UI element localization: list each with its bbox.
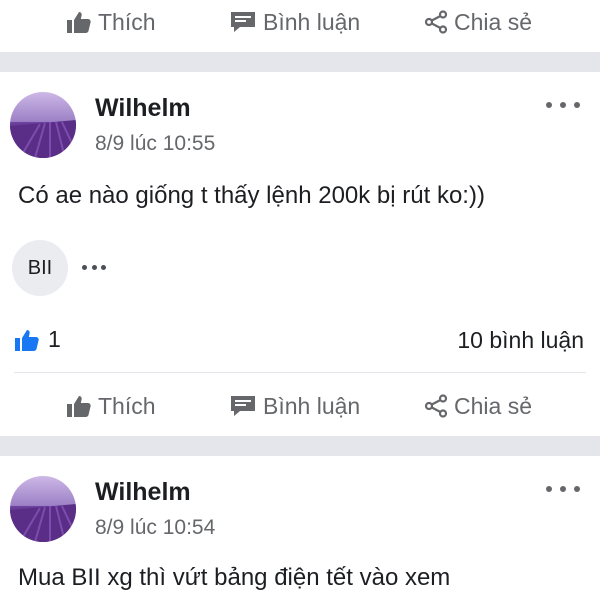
reaction-summary[interactable]: 1 <box>14 326 61 353</box>
stock-tag-chip[interactable]: BII <box>12 240 68 296</box>
like-label: Thích <box>98 8 156 35</box>
divider <box>14 372 586 373</box>
more-options-button[interactable] <box>546 479 580 499</box>
comment-icon <box>231 12 255 32</box>
comment-icon <box>231 396 255 416</box>
like-badge-icon <box>15 329 39 351</box>
comment-count[interactable]: 10 bình luận <box>457 327 584 354</box>
more-options-button[interactable] <box>546 95 580 115</box>
like-label: Thích <box>98 392 156 419</box>
post-timestamp[interactable]: 8/9 lúc 10:54 <box>95 516 215 540</box>
like-count: 1 <box>48 326 61 352</box>
author-avatar[interactable] <box>10 92 76 158</box>
like-button[interactable]: Thích <box>66 0 156 44</box>
feed-separator <box>0 52 600 72</box>
previous-post-action-bar: Thích Bình luận Chia sẻ <box>0 0 600 44</box>
comment-label: Bình luận <box>263 392 361 419</box>
comment-button[interactable]: Bình luận <box>229 0 360 44</box>
thumbs-up-icon <box>67 396 91 417</box>
author-name[interactable]: Wilhelm <box>95 478 191 507</box>
post-timestamp[interactable]: 8/9 lúc 10:55 <box>95 132 215 156</box>
post-action-bar: Thích Bình luận Chia sẻ <box>0 384 600 428</box>
share-icon <box>424 10 448 34</box>
post-text: Có ae nào giống t thấy lệnh 200k bị rút … <box>18 182 485 209</box>
comment-label: Bình luận <box>263 8 361 35</box>
more-dots-icon <box>546 486 552 492</box>
post-text: Mua BII xg thì vứt bảng điện tết vào xem <box>18 564 451 591</box>
share-button[interactable]: Chia sẻ <box>424 384 532 428</box>
comment-button[interactable]: Bình luận <box>229 384 360 428</box>
share-button[interactable]: Chia sẻ <box>424 0 532 44</box>
more-dots-icon <box>546 102 552 108</box>
lavender-field-image <box>10 476 76 542</box>
tag-more-button[interactable] <box>82 262 106 272</box>
lavender-field-image <box>10 92 76 158</box>
like-button[interactable]: Thích <box>66 384 156 428</box>
thumbs-up-icon <box>67 12 91 33</box>
share-label: Chia sẻ <box>454 392 532 419</box>
author-avatar[interactable] <box>10 476 76 542</box>
feed-separator <box>0 436 600 456</box>
share-icon <box>424 394 448 418</box>
author-name[interactable]: Wilhelm <box>95 94 191 123</box>
share-label: Chia sẻ <box>454 8 532 35</box>
